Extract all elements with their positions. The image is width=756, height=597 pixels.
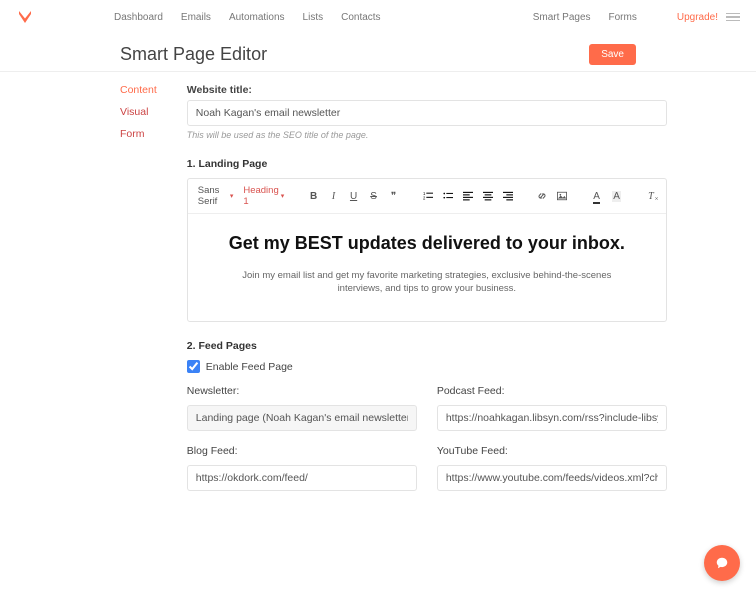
strike-icon[interactable]: S: [369, 191, 379, 202]
rich-editor: Sans Serif ▾ Heading 1 ▾ B I U S ❞ 12 A: [187, 178, 667, 322]
tab-visual[interactable]: Visual: [120, 106, 157, 118]
website-title-input[interactable]: [187, 100, 667, 126]
enable-feed-row[interactable]: Enable Feed Page: [187, 360, 667, 373]
blog-input[interactable]: [187, 465, 417, 491]
youtube-label: YouTube Feed:: [437, 445, 667, 457]
nav-dashboard[interactable]: Dashboard: [114, 12, 163, 23]
website-title-label: Website title:: [187, 84, 667, 96]
list-ul-icon[interactable]: [443, 191, 453, 201]
save-button[interactable]: Save: [589, 44, 636, 65]
heading-select[interactable]: Heading 1 ▾: [243, 185, 284, 207]
editor-paragraph: Join my email list and get my favorite m…: [237, 269, 617, 296]
bg-color-icon[interactable]: A: [612, 191, 622, 202]
italic-icon[interactable]: I: [329, 191, 339, 202]
chat-icon: [715, 556, 729, 570]
nav-smart-pages[interactable]: Smart Pages: [533, 12, 591, 23]
quote-icon[interactable]: ❞: [389, 191, 399, 202]
editor-content[interactable]: Get my BEST updates delivered to your in…: [188, 214, 666, 321]
page-header: Smart Page Editor Save: [0, 34, 756, 72]
editor-toolbar: Sans Serif ▾ Heading 1 ▾ B I U S ❞ 12 A: [188, 179, 666, 214]
chevron-down-icon: ▾: [230, 192, 234, 200]
nav-secondary: Smart Pages Forms: [533, 12, 637, 23]
underline-icon[interactable]: U: [349, 191, 359, 202]
blog-label: Blog Feed:: [187, 445, 417, 457]
nav-contacts[interactable]: Contacts: [341, 12, 380, 23]
link-icon[interactable]: [537, 191, 547, 201]
section-feed-title: 2. Feed Pages: [187, 340, 667, 352]
nav-forms[interactable]: Forms: [609, 12, 637, 23]
page-title: Smart Page Editor: [120, 44, 589, 65]
section-landing-title: 1. Landing Page: [187, 158, 667, 170]
side-tabs: Content Visual Form: [120, 84, 157, 491]
editor-heading: Get my BEST updates delivered to your in…: [206, 232, 648, 255]
image-icon[interactable]: [557, 191, 567, 201]
nav-lists[interactable]: Lists: [303, 12, 324, 23]
bold-icon[interactable]: B: [309, 191, 319, 202]
font-family-select[interactable]: Sans Serif ▾: [198, 185, 234, 207]
enable-feed-label: Enable Feed Page: [206, 361, 293, 373]
nav-primary: Dashboard Emails Automations Lists Conta…: [114, 12, 381, 23]
list-ol-icon[interactable]: 12: [423, 191, 433, 201]
logo-icon: [16, 8, 34, 26]
help-fab[interactable]: [704, 545, 740, 581]
newsletter-input[interactable]: [187, 405, 417, 431]
nav-emails[interactable]: Emails: [181, 12, 211, 23]
clear-format-icon[interactable]: T×: [646, 191, 656, 202]
upgrade-link[interactable]: Upgrade!: [677, 12, 718, 23]
newsletter-label: Newsletter:: [187, 385, 417, 397]
top-nav: Dashboard Emails Automations Lists Conta…: [0, 0, 756, 34]
website-title-hint: This will be used as the SEO title of th…: [187, 130, 667, 140]
tab-form[interactable]: Form: [120, 128, 157, 140]
podcast-label: Podcast Feed:: [437, 385, 667, 397]
align-right-icon[interactable]: [503, 191, 513, 201]
svg-text:2: 2: [423, 195, 426, 200]
nav-automations[interactable]: Automations: [229, 12, 285, 23]
youtube-input[interactable]: [437, 465, 667, 491]
hamburger-icon[interactable]: [726, 13, 740, 22]
tab-content[interactable]: Content: [120, 84, 157, 96]
align-center-icon[interactable]: [483, 191, 493, 201]
podcast-input[interactable]: [437, 405, 667, 431]
text-color-icon[interactable]: A: [592, 191, 602, 202]
enable-feed-checkbox[interactable]: [187, 360, 200, 373]
align-left-icon[interactable]: [463, 191, 473, 201]
chevron-down-icon: ▾: [281, 192, 285, 200]
